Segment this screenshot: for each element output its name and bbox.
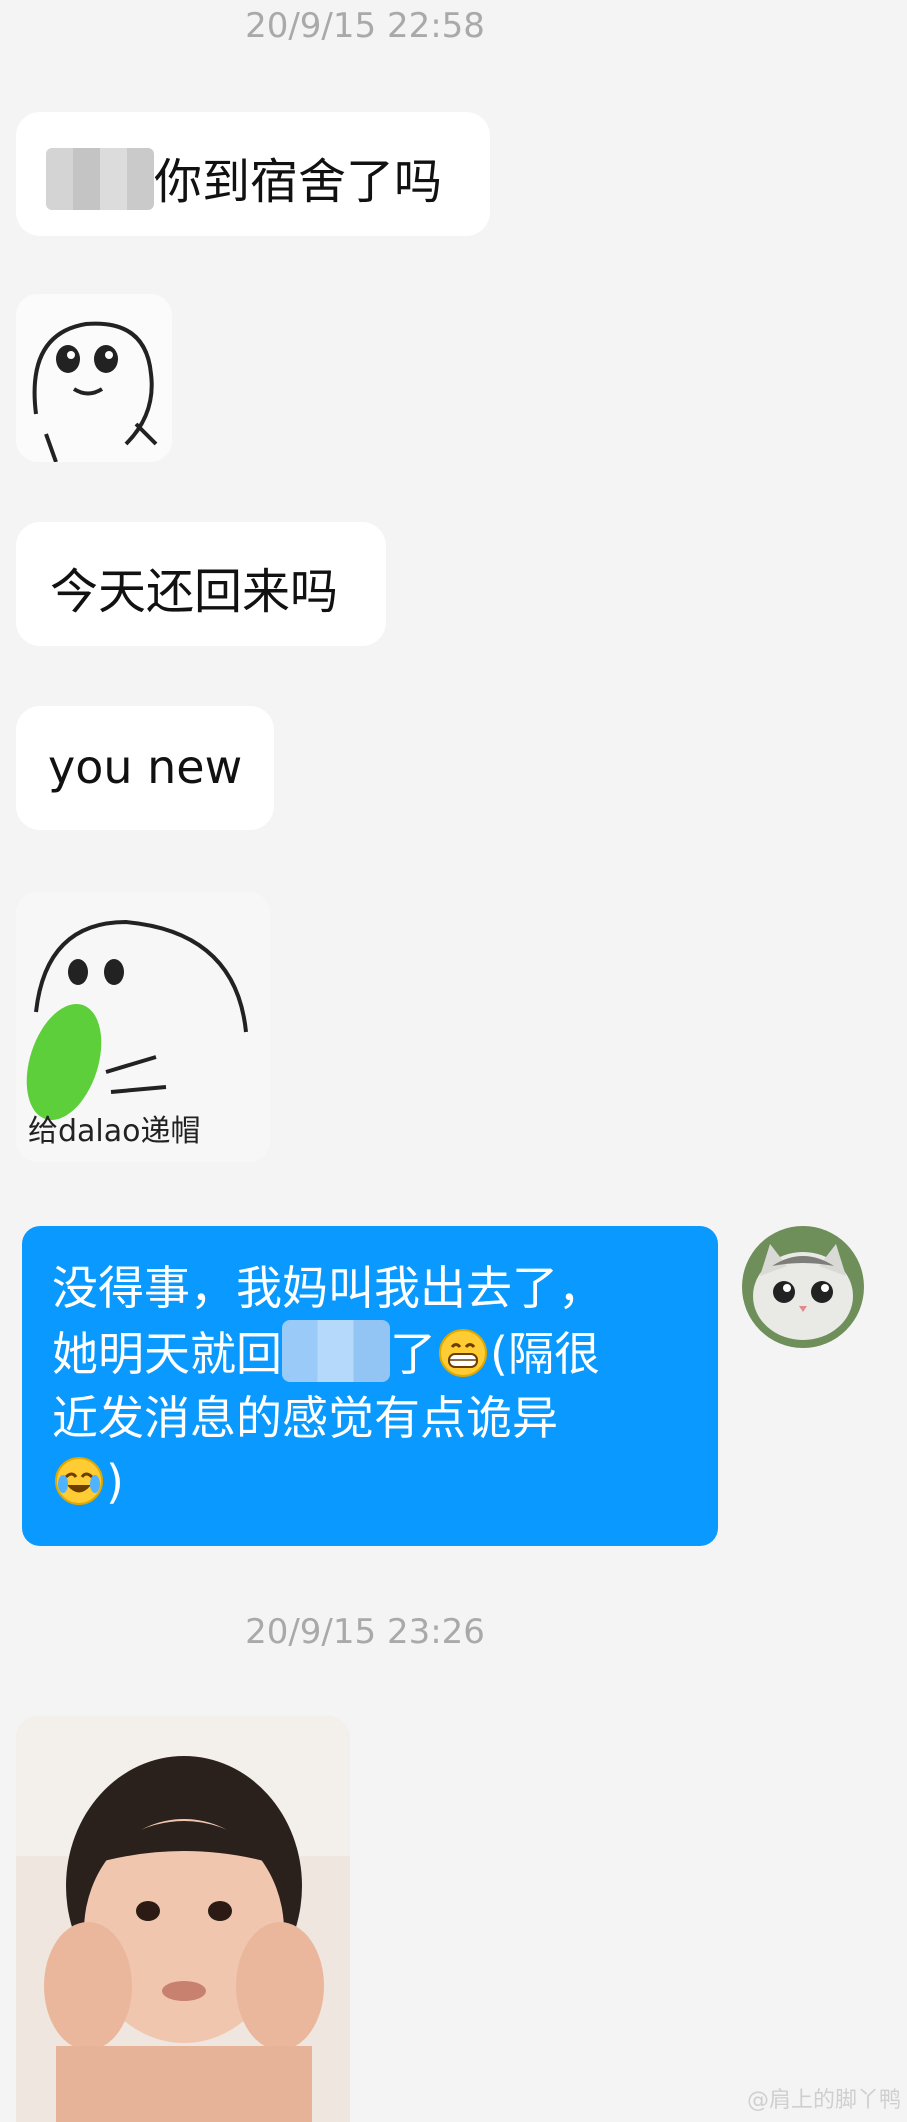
watermark: @肩上的脚丫鸭 bbox=[746, 2088, 901, 2113]
cat-avatar-icon bbox=[742, 1226, 864, 1348]
timestamp: 20/9/15 22:58 bbox=[245, 6, 485, 46]
message-text: 你到宿舍了吗 bbox=[154, 154, 443, 210]
redacted-text bbox=[46, 148, 154, 210]
sent-text: 了 bbox=[390, 1327, 436, 1381]
message-text: 今天还回来吗 bbox=[50, 564, 339, 620]
sent-text: ) bbox=[106, 1455, 124, 1509]
sticker-face-icon bbox=[16, 294, 172, 462]
tears-of-joy-emoji-icon bbox=[55, 1457, 103, 1505]
timestamp: 20/9/15 23:26 bbox=[245, 1612, 485, 1652]
sticker-caption: 给dalao递帽 bbox=[28, 1114, 201, 1149]
child-photo-icon bbox=[16, 1716, 350, 2122]
redacted-text bbox=[282, 1320, 390, 1382]
cat-avatar[interactable] bbox=[742, 1226, 864, 1348]
sent-line-3: 近发消息的感觉有点诡异 bbox=[52, 1391, 558, 1445]
sent-line-4: ) bbox=[52, 1450, 692, 1514]
received-message[interactable]: you new bbox=[16, 706, 274, 830]
received-message[interactable]: 今天还回来吗 bbox=[16, 522, 386, 646]
sticker-image[interactable] bbox=[16, 294, 172, 462]
sent-line-2: 她明天就回 了 (隔很 bbox=[52, 1320, 692, 1386]
grinning-face-emoji-icon bbox=[439, 1329, 487, 1377]
photo-sticker[interactable] bbox=[16, 1716, 350, 2122]
sent-text: (隔很 bbox=[490, 1327, 600, 1381]
received-message[interactable]: 你到宿舍了吗 bbox=[16, 112, 490, 236]
sticker-image[interactable]: 给dalao递帽 bbox=[16, 892, 270, 1162]
sent-message[interactable]: 没得事，我妈叫我出去了， 她明天就回 了 (隔很 近发消息的感觉有点诡异 ) bbox=[22, 1226, 718, 1546]
sent-text: 她明天就回 bbox=[52, 1327, 282, 1381]
sent-line-1: 没得事，我妈叫我出去了， bbox=[52, 1261, 604, 1315]
message-text: you new bbox=[48, 740, 243, 794]
